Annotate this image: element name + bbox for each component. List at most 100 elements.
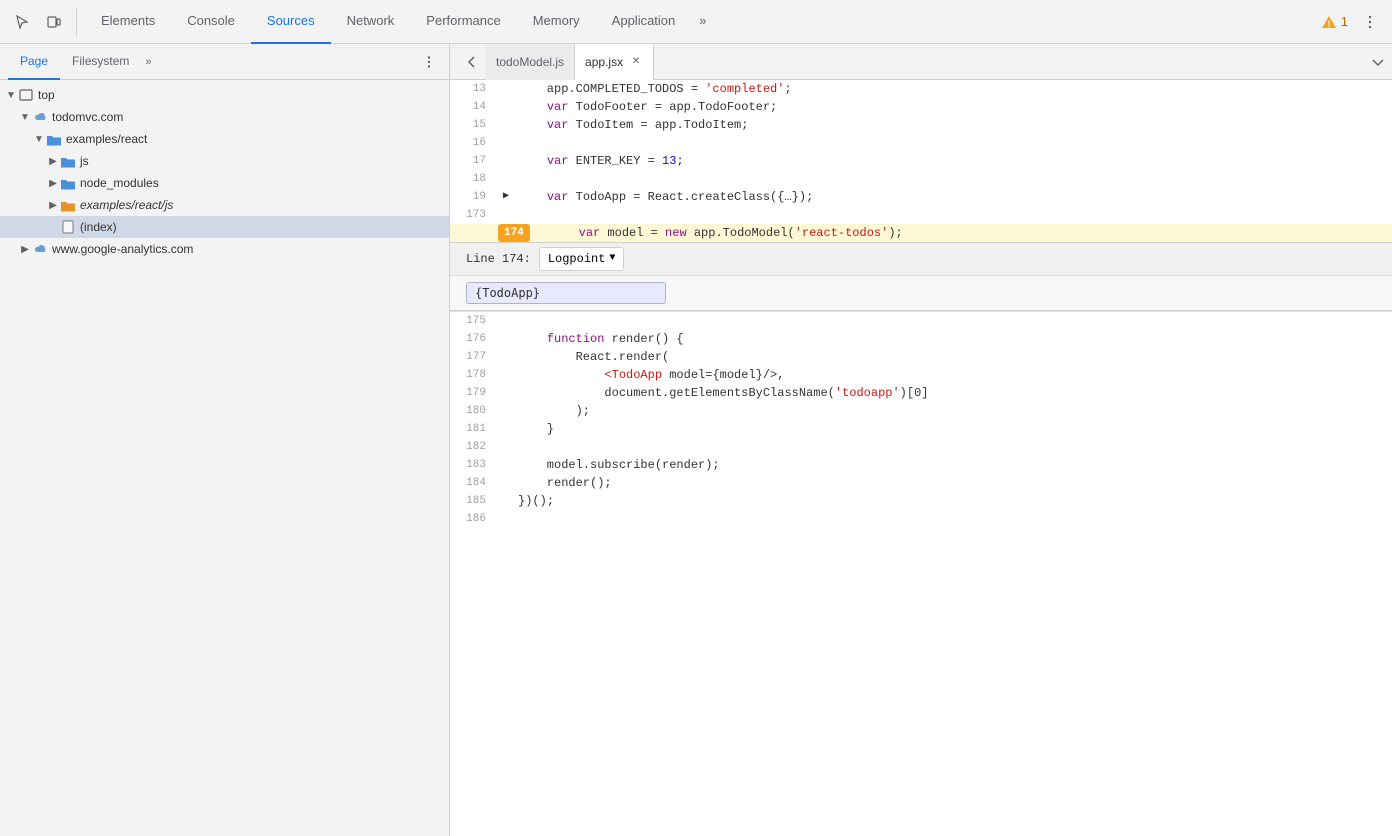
tab-performance[interactable]: Performance <box>410 0 516 44</box>
tree-item-todomvc[interactable]: ▼ todomvc.com <box>0 106 449 128</box>
left-tab-menu-icon[interactable] <box>417 50 441 74</box>
code-line-17[interactable]: 17 var ENTER_KEY = 13; <box>450 152 1392 170</box>
line-number-181: 181 <box>450 420 498 438</box>
breakpoint-badge-174[interactable]: 174 <box>498 224 530 242</box>
tree-label-google-analytics: www.google-analytics.com <box>52 242 193 256</box>
editor-tabs: todoModel.js app.jsx ✕ <box>450 44 1392 80</box>
tree-item-top[interactable]: ▼ top <box>0 84 449 106</box>
line-arrow-175 <box>498 312 514 330</box>
code-line-177[interactable]: 177 React.render( <box>450 348 1392 366</box>
code-line-15[interactable]: 15 var TodoItem = app.TodoItem; <box>450 116 1392 134</box>
tree-item-index[interactable]: (index) <box>0 216 449 238</box>
code-line-178[interactable]: 178 <TodoApp model={model}/>, <box>450 366 1392 384</box>
tab-todomodel-label: todoModel.js <box>496 55 564 69</box>
code-line-174[interactable]: 174 var model = new app.TodoModel('react… <box>450 224 1392 242</box>
arrow-google-analytics: ▶ <box>18 242 32 256</box>
tab-more[interactable]: » <box>691 0 714 44</box>
tab-page[interactable]: Page <box>8 44 60 80</box>
logpoint-input[interactable] <box>466 282 666 304</box>
tab-filesystem[interactable]: Filesystem <box>60 44 141 80</box>
line-number-183: 183 <box>450 456 498 474</box>
line-content-183: model.subscribe(render); <box>514 456 1392 474</box>
logpoint-overlay: Line 174: Logpoint▼ <box>450 242 1392 311</box>
line-arrow-178 <box>498 366 514 384</box>
logpoint-type-label: Logpoint <box>548 250 606 268</box>
warning-count: 1 <box>1341 14 1348 29</box>
code-line-19[interactable]: 19▶ var TodoApp = React.createClass({…})… <box>450 188 1392 206</box>
line-content-179: document.getElementsByClassName('todoapp… <box>514 384 1392 402</box>
line-arrow-176 <box>498 330 514 348</box>
line-content-17: var ENTER_KEY = 13; <box>514 152 1392 170</box>
line-content-18 <box>514 170 1392 188</box>
line-number-18: 18 <box>450 170 498 188</box>
file-tree: ▼ top ▼ todomvc.com ▼ <box>0 80 449 836</box>
tab-network[interactable]: Network <box>331 0 411 44</box>
tree-item-examples-react[interactable]: ▼ examples/react <box>0 128 449 150</box>
line-arrow-186 <box>498 510 514 528</box>
code-line-18[interactable]: 18 <box>450 170 1392 188</box>
editor-collapse-button[interactable] <box>1364 48 1392 76</box>
code-line-186[interactable]: 186 <box>450 510 1392 528</box>
tab-elements[interactable]: Elements <box>85 0 171 44</box>
code-line-16[interactable]: 16 <box>450 134 1392 152</box>
code-line-181[interactable]: 181 } <box>450 420 1392 438</box>
arrow-examples-react-js: ▶ <box>46 198 60 212</box>
logpoint-line-label: Line 174: <box>466 250 531 268</box>
tab-console[interactable]: Console <box>171 0 251 44</box>
line-number-174 <box>450 224 498 242</box>
code-line-179[interactable]: 179 document.getElementsByClassName('tod… <box>450 384 1392 402</box>
line-arrow-13 <box>498 80 514 98</box>
editor-tab-nav-back[interactable] <box>458 48 486 76</box>
tree-item-examples-react-js[interactable]: ▶ examples/react/js <box>0 194 449 216</box>
left-tabs-more[interactable]: » <box>145 56 151 68</box>
toolbar-right: ! 1 <box>1321 8 1384 36</box>
main-layout: Page Filesystem » ▼ <box>0 44 1392 836</box>
code-line-183[interactable]: 183 model.subscribe(render); <box>450 456 1392 474</box>
line-arrow-181 <box>498 420 514 438</box>
line-number-176: 176 <box>450 330 498 348</box>
folder-icon-node-modules <box>60 175 76 191</box>
line-number-17: 17 <box>450 152 498 170</box>
line-arrow-179 <box>498 384 514 402</box>
warning-badge[interactable]: ! 1 <box>1321 14 1348 30</box>
line-number-179: 179 <box>450 384 498 402</box>
code-line-176[interactable]: 176 function render() { <box>450 330 1392 348</box>
device-icon[interactable] <box>40 8 68 36</box>
tab-sources[interactable]: Sources <box>251 0 331 44</box>
line-content-182 <box>514 438 1392 456</box>
code-line-180[interactable]: 180 ); <box>450 402 1392 420</box>
folder-icon-examples-react-js <box>60 197 76 213</box>
line-content-13: app.COMPLETED_TODOS = 'completed'; <box>514 80 1392 98</box>
arrow-examples-react: ▼ <box>32 132 46 146</box>
tab-application[interactable]: Application <box>596 0 692 44</box>
line-number-178: 178 <box>450 366 498 384</box>
code-line-14[interactable]: 14 var TodoFooter = app.TodoFooter; <box>450 98 1392 116</box>
cloud-icon-google-analytics <box>32 241 48 257</box>
code-line-13[interactable]: 13 app.COMPLETED_TODOS = 'completed'; <box>450 80 1392 98</box>
tab-appjsx[interactable]: app.jsx ✕ <box>575 44 654 80</box>
code-editor[interactable]: 13 app.COMPLETED_TODOS = 'completed';14 … <box>450 80 1392 836</box>
logpoint-type-dropdown[interactable]: Logpoint▼ <box>539 247 625 271</box>
line-number-177: 177 <box>450 348 498 366</box>
tree-label-examples-react-js: examples/react/js <box>80 198 173 212</box>
more-options-button[interactable] <box>1356 8 1384 36</box>
tab-memory[interactable]: Memory <box>517 0 596 44</box>
code-line-173[interactable]: 173 <box>450 206 1392 224</box>
code-line-175[interactable]: 175 <box>450 311 1392 330</box>
tab-appjsx-close[interactable]: ✕ <box>629 55 643 69</box>
tab-todomodel[interactable]: todoModel.js <box>486 44 575 80</box>
line-content-177: React.render( <box>514 348 1392 366</box>
line-content-15: var TodoItem = app.TodoItem; <box>514 116 1392 134</box>
code-line-182[interactable]: 182 <box>450 438 1392 456</box>
line-arrow-173 <box>498 206 514 224</box>
code-line-185[interactable]: 185})(); <box>450 492 1392 510</box>
chevron-down-icon: ▼ <box>609 250 615 268</box>
tree-item-google-analytics[interactable]: ▶ www.google-analytics.com <box>0 238 449 260</box>
arrow-todomvc: ▼ <box>18 110 32 124</box>
cursor-icon[interactable] <box>8 8 36 36</box>
code-line-184[interactable]: 184 render(); <box>450 474 1392 492</box>
line-arrow-183 <box>498 456 514 474</box>
tree-item-js[interactable]: ▶ js <box>0 150 449 172</box>
tree-item-node-modules[interactable]: ▶ node_modules <box>0 172 449 194</box>
line-content-174: var model = new app.TodoModel('react-tod… <box>546 224 1392 242</box>
